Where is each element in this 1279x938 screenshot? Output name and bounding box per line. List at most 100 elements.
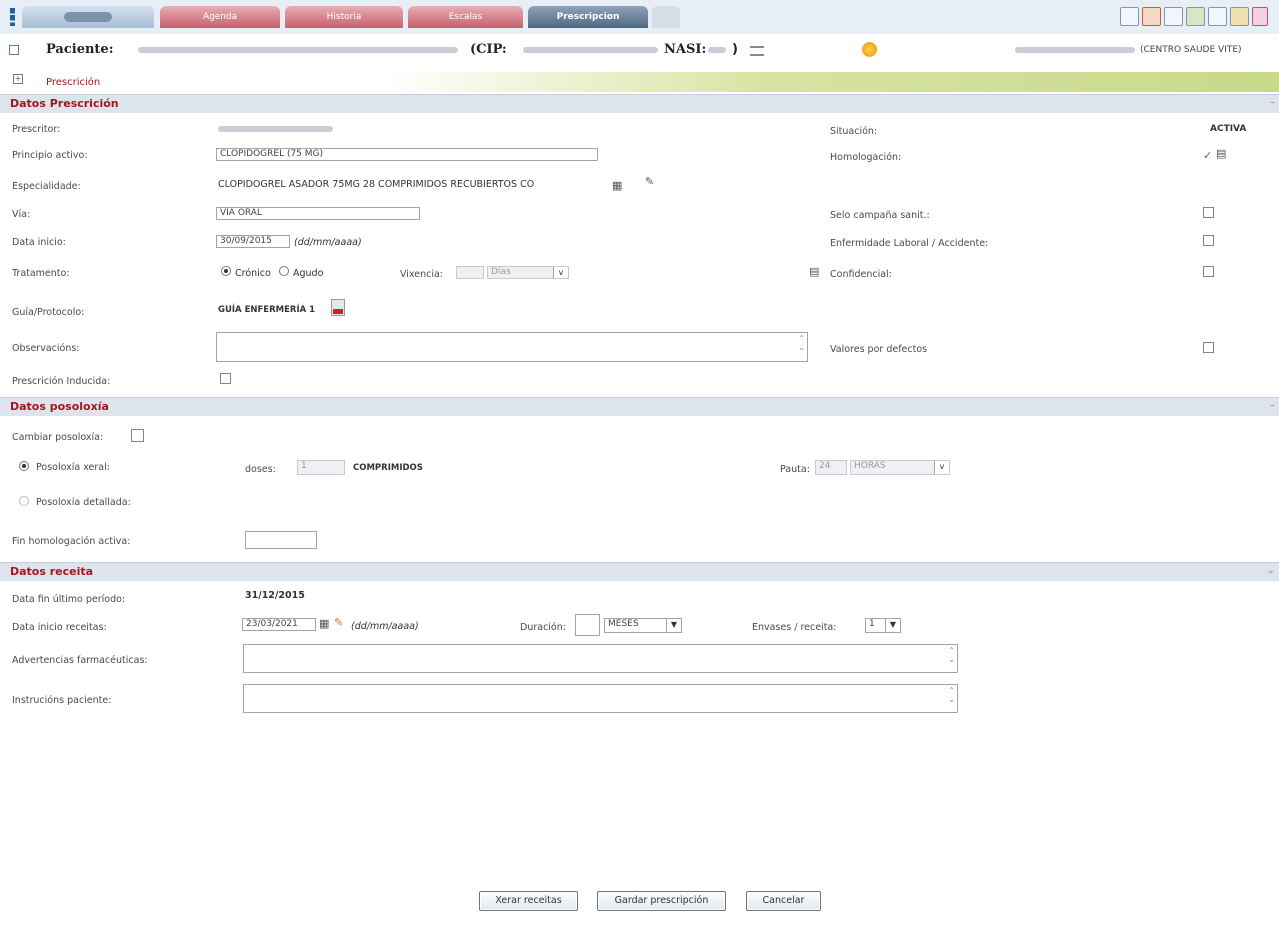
doses-unit: COMPRIMIDOS [353, 463, 423, 473]
agudo-radio[interactable] [279, 266, 289, 276]
patient-card-icon[interactable] [750, 46, 764, 56]
window-icon[interactable] [1120, 7, 1139, 26]
guia-protocolo-value: GUÍA ENFERMERÍA 1 [218, 305, 316, 315]
cambiar-posoloxia-label: Cambiar posoloxía: [12, 432, 104, 443]
posoloxia-xeral-label: Posoloxía xeral: [36, 462, 110, 473]
professional-redacted [1015, 47, 1135, 53]
enfermidade-checkbox[interactable] [1203, 235, 1214, 246]
principio-activo-field[interactable]: CLOPIDOGREL (75 MG) [216, 148, 598, 161]
tab-escalas[interactable]: Escalas [408, 6, 523, 28]
patient-label: Paciente: [46, 42, 114, 57]
data-inicio-receitas-field[interactable]: 23/03/2021 [242, 618, 316, 631]
especialidade-label: Especialidade: [12, 181, 81, 192]
instrucions-textarea[interactable]: ⌃ ⌄ [243, 684, 958, 713]
tratamento-label: Tratamento: [12, 268, 70, 279]
search-icon[interactable] [1164, 7, 1183, 26]
help-icon[interactable] [1252, 7, 1268, 26]
home-tab-pill-icon [64, 12, 112, 22]
doses-label: doses: [245, 464, 276, 475]
principio-activo-label: Principio activo: [12, 150, 88, 161]
app-menu-icon[interactable] [10, 8, 15, 26]
doses-field[interactable]: 1 [297, 460, 345, 475]
calendar-icon[interactable] [1208, 7, 1227, 26]
selo-campana-label: Selo campaña sanit.: [830, 210, 930, 221]
patient-name-redacted [138, 47, 458, 53]
data-fin-periodo-value: 31/12/2015 [245, 590, 305, 601]
posoloxia-xeral-radio[interactable] [19, 461, 29, 471]
document-icon[interactable] [1142, 7, 1161, 26]
collapse-icon[interactable]: ⌄ [1267, 565, 1275, 576]
section-datos-receita[interactable]: Datos receita ⌄ [0, 562, 1279, 581]
situacion-label: Situación: [830, 126, 878, 137]
scroll-arrows-icon[interactable]: ⌃ ⌄ [948, 646, 955, 664]
pauta-field[interactable]: 24 [815, 460, 847, 475]
data-inicio-field[interactable]: 30/09/2015 [216, 235, 290, 248]
valores-defectos-checkbox[interactable] [1203, 342, 1214, 353]
nasi-close-paren: ) [732, 42, 738, 57]
observacions-textarea[interactable]: ⌃ ⌄ [216, 332, 808, 362]
nasi-redacted [708, 47, 726, 53]
confidential-icon[interactable]: ▤ [809, 266, 819, 278]
check-icon[interactable]: ✓ [1203, 150, 1212, 162]
duracion-unit-select[interactable]: MESES ▼ [604, 618, 682, 633]
envases-label: Envases / receita: [752, 622, 837, 633]
tab-extra[interactable] [652, 6, 680, 28]
list-icon[interactable]: ▦ [612, 180, 622, 192]
cronico-radio[interactable] [221, 266, 231, 276]
duracion-field[interactable] [575, 614, 600, 636]
envases-select[interactable]: 1 ▼ [865, 618, 901, 633]
cancelar-button[interactable]: Cancelar [746, 891, 821, 911]
prescricion-inducida-checkbox[interactable] [220, 373, 231, 384]
user-icon[interactable] [1230, 7, 1249, 26]
vixencia-unit-select[interactable]: Días v [487, 266, 569, 279]
vixencia-field[interactable] [456, 266, 484, 279]
collapse-icon[interactable]: – [1270, 400, 1275, 411]
date-format-hint: (dd/mm/aaaa) [351, 621, 419, 632]
tab-prescripcion[interactable]: Prescripcion [528, 6, 648, 28]
via-label: Vía: [12, 209, 31, 220]
section-datos-prescricion[interactable]: Datos Prescrición – [0, 94, 1279, 113]
gear-icon[interactable] [1186, 7, 1205, 26]
pauta-unit-select[interactable]: HORAS v [850, 460, 950, 475]
tab-agenda[interactable]: Agenda [160, 6, 280, 28]
advertencias-textarea[interactable]: ⌃ ⌄ [243, 644, 958, 673]
alert-icon[interactable] [862, 42, 877, 57]
xerar-receitas-button[interactable]: Xerar receitas [479, 891, 578, 911]
confidencial-label: Confidencial: [830, 269, 892, 280]
selo-campana-checkbox[interactable] [1203, 207, 1214, 218]
chevron-down-icon: v [934, 461, 949, 474]
chevron-down-icon: v [553, 267, 568, 278]
section-datos-posoloxia[interactable]: Datos posoloxía – [0, 397, 1279, 416]
agudo-label: Agudo [293, 268, 324, 279]
confidencial-checkbox[interactable] [1203, 266, 1214, 277]
cronico-label: Crónico [235, 268, 271, 279]
collapse-icon[interactable]: – [1270, 97, 1275, 108]
fin-homologacion-field[interactable] [245, 531, 317, 549]
gardar-prescripcion-button[interactable]: Gardar prescripción [597, 891, 726, 911]
tab-historia[interactable]: Historia [285, 6, 403, 28]
scroll-arrows-icon[interactable]: ⌃ ⌄ [948, 686, 955, 704]
edit-icon[interactable]: ✎ [645, 176, 654, 188]
advertencias-label: Advertencias farmacéuticas: [12, 655, 148, 666]
collapse-square-icon[interactable] [9, 45, 19, 55]
cip-label: (CIP: [470, 42, 507, 57]
vixencia-label: Vixencia: [400, 269, 444, 280]
data-inicio-receitas-label: Data inicio receitas: [12, 622, 107, 633]
note-icon[interactable]: ▤ [1216, 148, 1226, 160]
scroll-arrows-icon[interactable]: ⌃ ⌄ [798, 334, 805, 352]
section-title: Datos posoloxía [10, 400, 109, 413]
posoloxia-detallada-radio[interactable] [19, 496, 29, 506]
expand-plus-icon[interactable]: + [13, 74, 23, 84]
instrucions-label: Instrucións paciente: [12, 695, 112, 706]
chevron-down-icon: ▼ [666, 619, 681, 632]
cambiar-posoloxia-checkbox[interactable] [131, 429, 144, 442]
fin-homologacion-label: Fin homologación activa: [12, 536, 131, 547]
pauta-label: Pauta: [780, 464, 810, 475]
calendar-icon[interactable]: ▦ [319, 618, 329, 630]
via-field[interactable]: VÍA ORAL [216, 207, 420, 220]
pdf-icon[interactable] [331, 299, 345, 316]
page-title-strip: + Prescrición [0, 72, 1279, 92]
tab-home[interactable] [22, 6, 154, 28]
valores-defectos-label: Valores por defectos [830, 344, 928, 355]
edit-date-icon[interactable]: ✎ [334, 617, 343, 629]
